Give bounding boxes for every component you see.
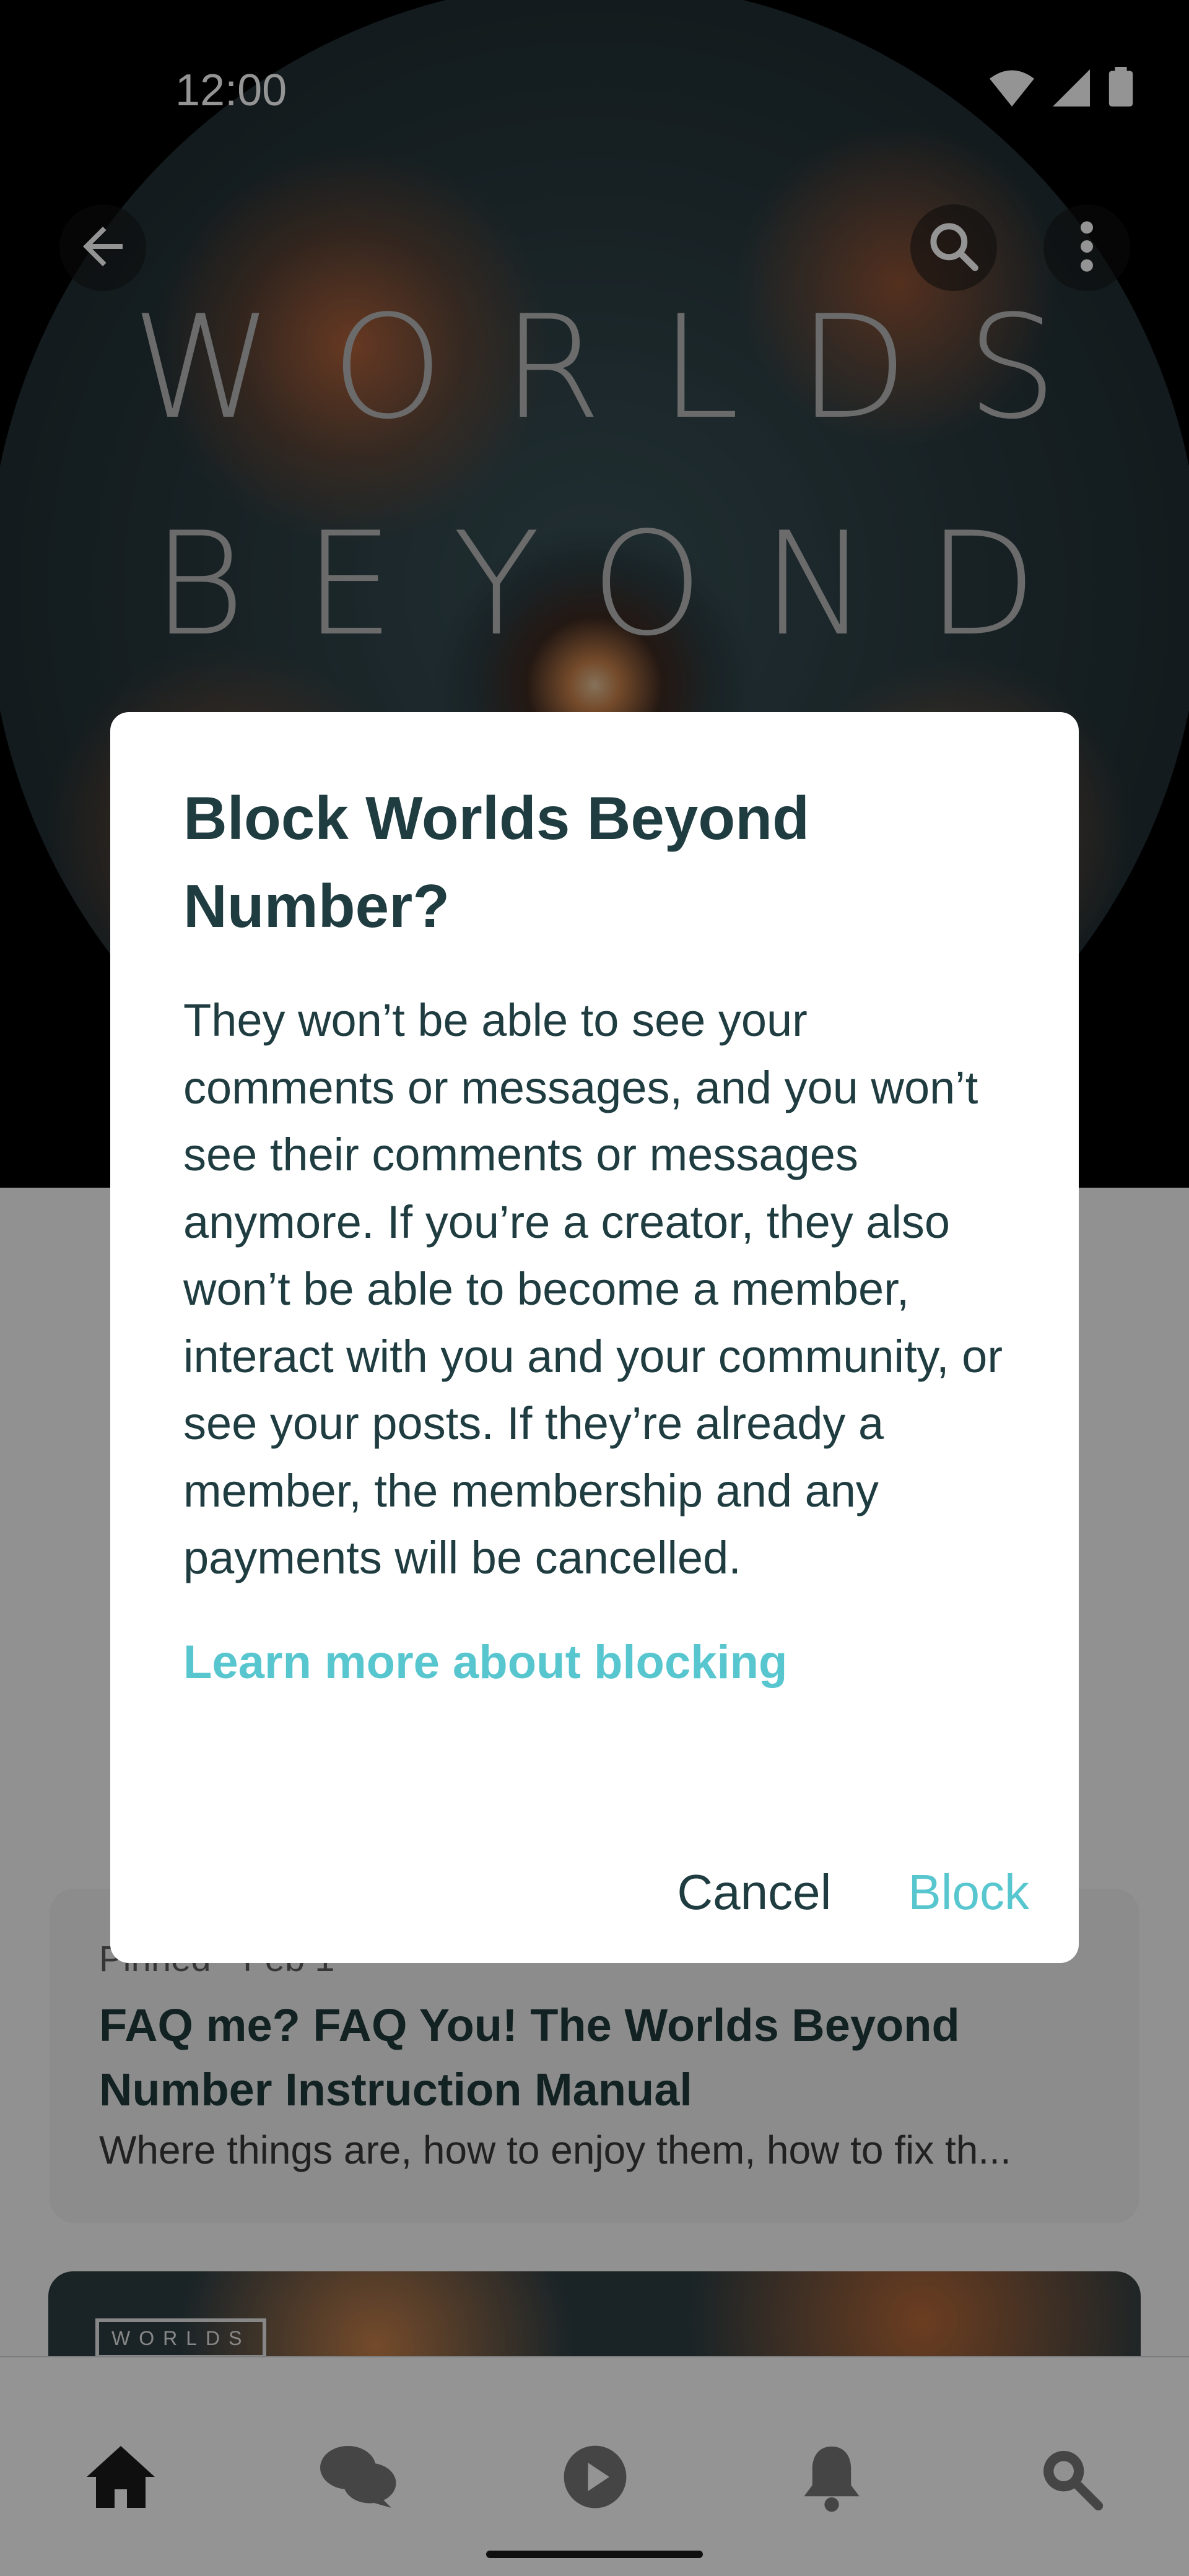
dialog-message: They won’t be able to see your comments …: [183, 994, 1003, 1583]
dialog-title: Block Worlds Beyond Number?: [183, 784, 810, 940]
cancel-button[interactable]: Cancel: [677, 1864, 831, 1921]
block-dialog: Block Worlds Beyond Number? They won’t b…: [110, 712, 1079, 1963]
learn-more-link[interactable]: Learn more about blocking: [183, 1635, 787, 1689]
block-button[interactable]: Block: [908, 1864, 1029, 1921]
dialog-actions: Cancel Block: [677, 1864, 1029, 1921]
